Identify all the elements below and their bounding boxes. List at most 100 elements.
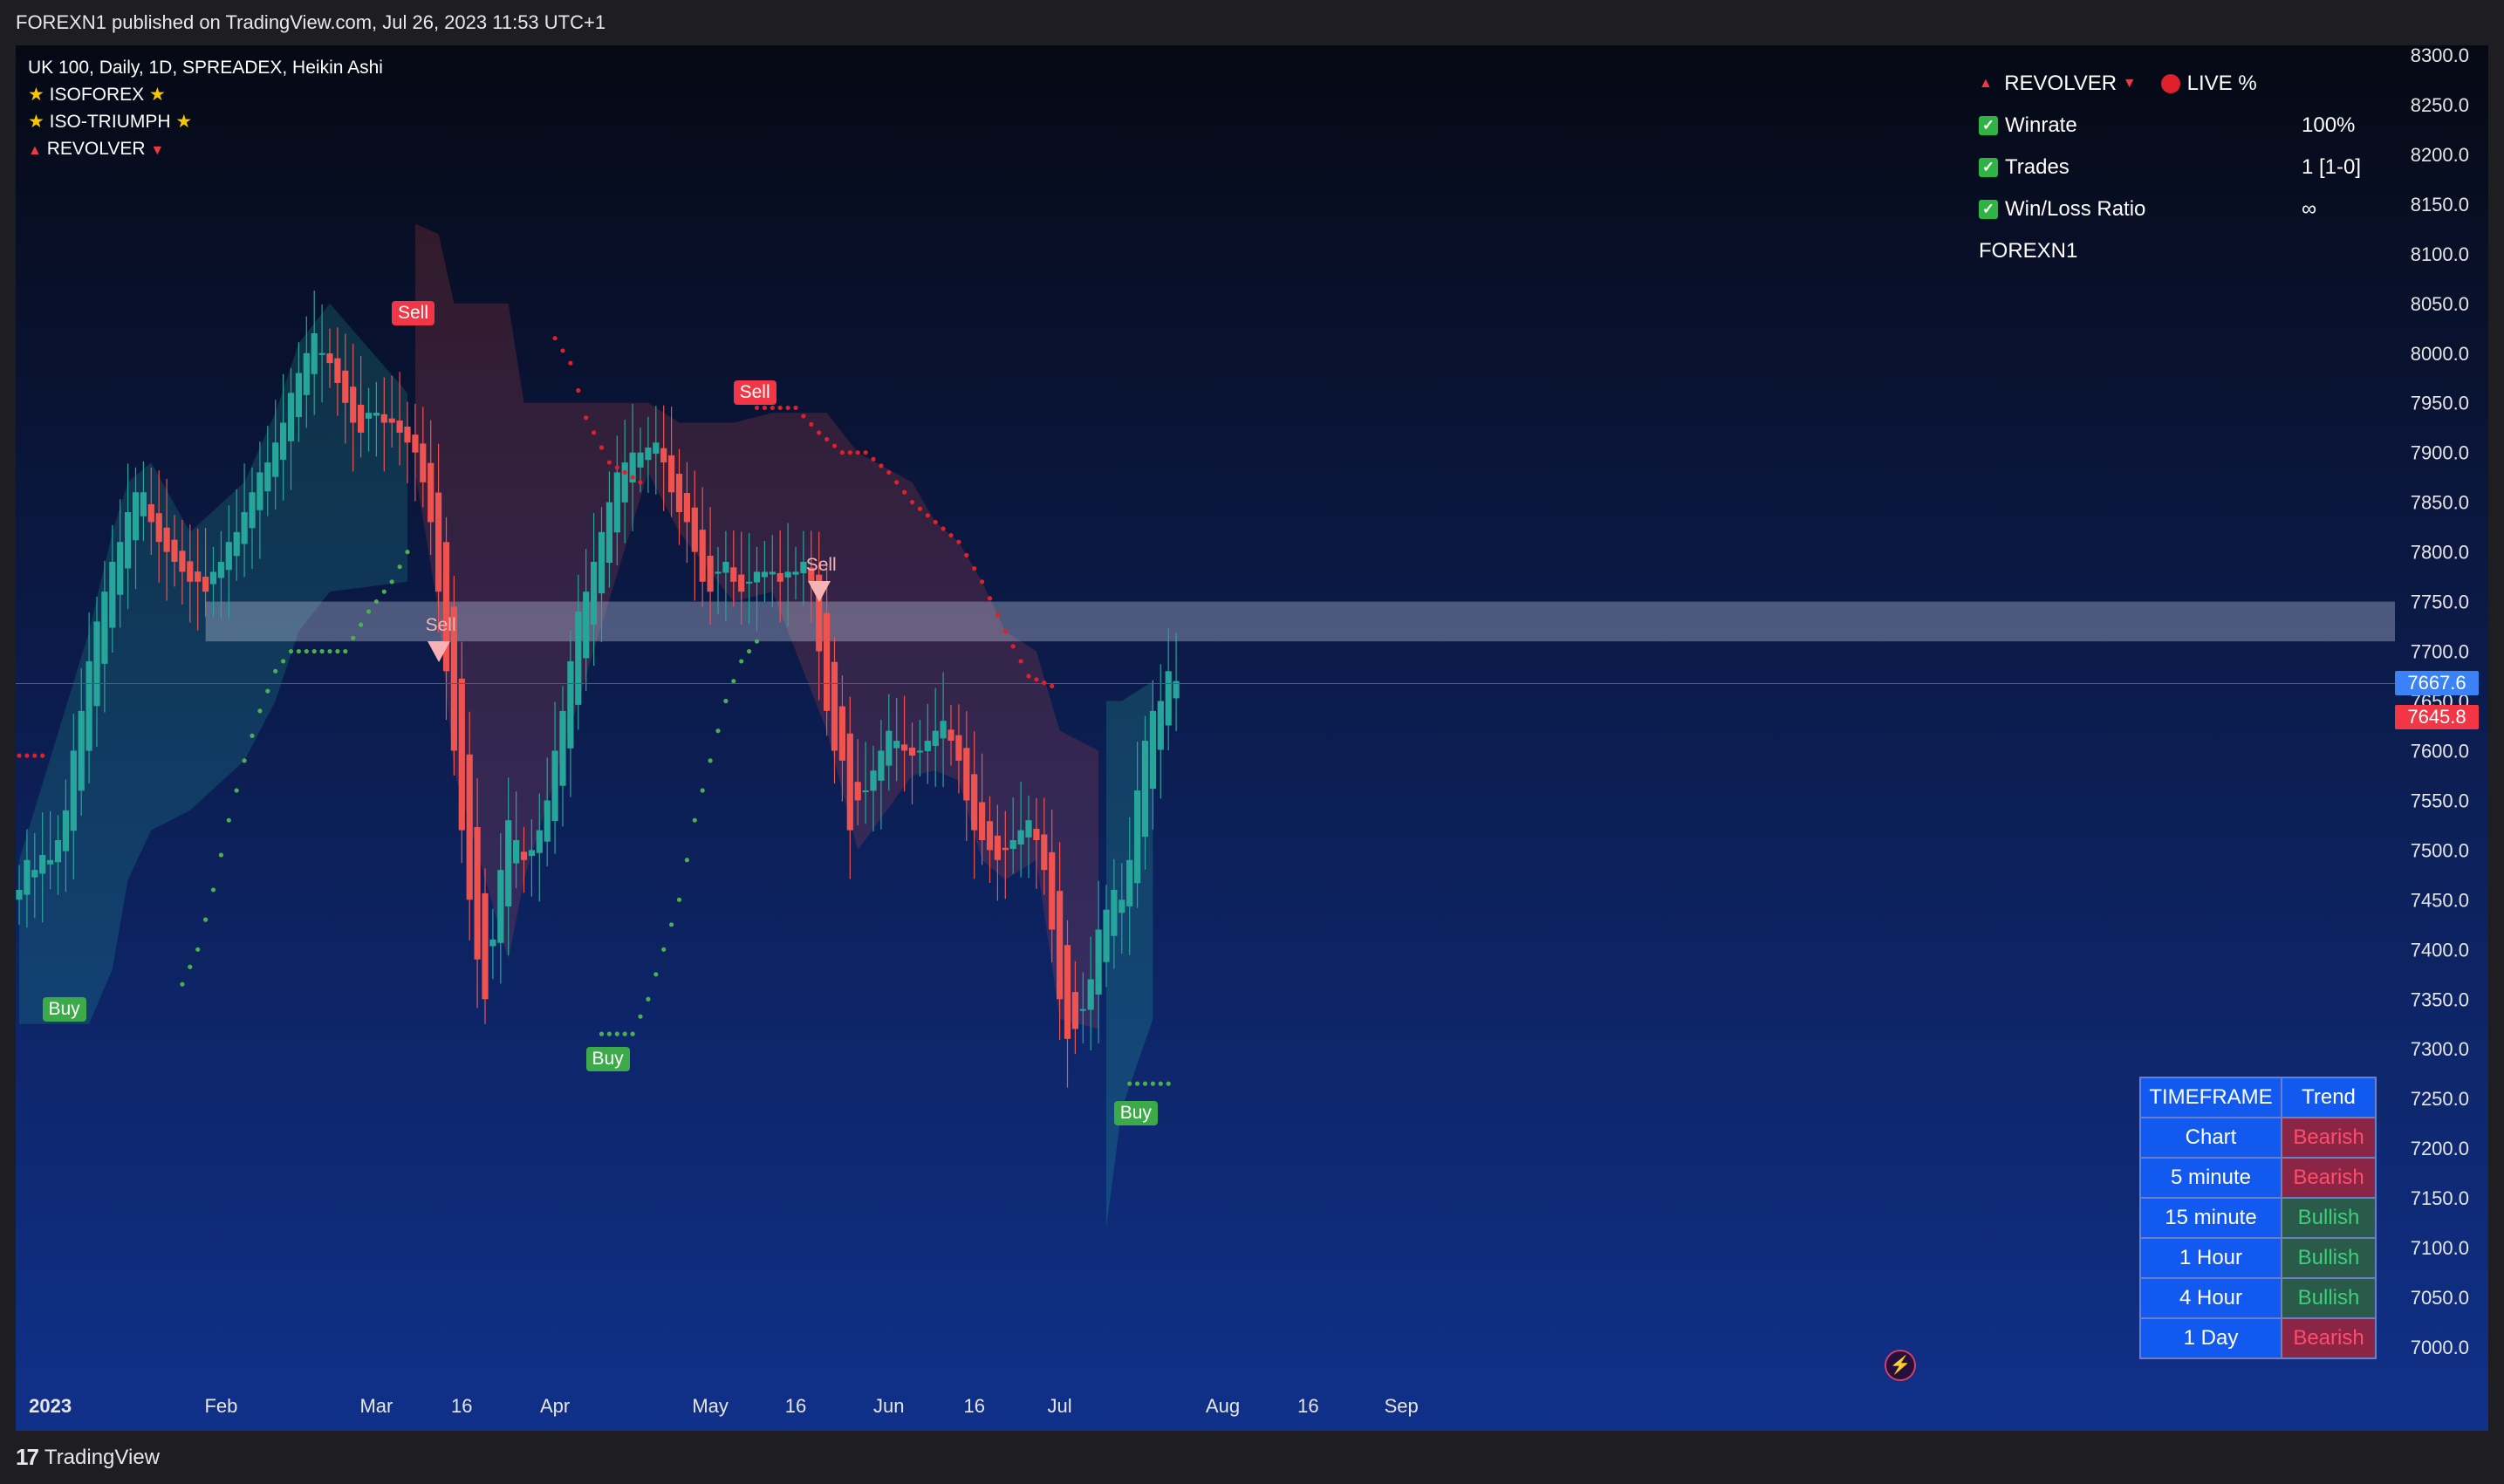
x-tick-label: 2023	[29, 1395, 72, 1417]
candle-body	[1119, 899, 1125, 913]
y-tick-label: 7150.0	[2411, 1187, 2469, 1209]
candle-body	[78, 710, 85, 791]
stats-value: ∞	[2302, 197, 2317, 221]
trail-stop-dot	[560, 348, 565, 353]
candle-body	[583, 592, 590, 659]
lightning-icon[interactable]: ⚡	[1885, 1350, 1916, 1381]
candle-body	[482, 892, 489, 1000]
trail-stop-dot	[824, 436, 830, 442]
y-tick-label: 7200.0	[2411, 1138, 2469, 1159]
trail-stop-dot	[917, 506, 922, 511]
indicator-isoforex[interactable]: ★ ISOFOREX ★	[28, 81, 383, 108]
candle-body	[1017, 830, 1024, 845]
candle-body	[342, 370, 349, 403]
candle-body	[544, 800, 551, 842]
live-dot-icon	[2160, 74, 2180, 93]
trail-stop-dot	[987, 596, 993, 601]
timeframe-cell: 1 Hour	[2139, 1237, 2282, 1279]
trail-support-dot	[250, 733, 255, 738]
x-tick-label: 16	[1297, 1395, 1318, 1417]
trend-cell: Bullish	[2281, 1277, 2377, 1319]
candle-body	[249, 492, 256, 529]
timeframe-cell: 15 minute	[2139, 1197, 2282, 1239]
trail-stop-dot	[902, 489, 907, 495]
candle-body	[1041, 834, 1048, 871]
trail-support-dot	[646, 996, 651, 1002]
trail-support-dot	[373, 598, 379, 605]
symbol-line[interactable]: UK 100, Daily, 1D, SPREADEX, Heikin Ashi	[28, 54, 383, 81]
trail-stop-dot	[770, 405, 775, 411]
candle-body	[1126, 859, 1133, 906]
candle-body	[1057, 891, 1064, 1000]
candle-body	[1087, 979, 1094, 1010]
check-icon: ✓	[1979, 116, 1998, 135]
candle-body	[613, 472, 620, 533]
trail-stop-dot	[614, 465, 619, 470]
candle-body	[54, 839, 62, 863]
trail-stop-dot	[886, 469, 892, 475]
trail-support-dot	[606, 1031, 612, 1036]
candle-body	[955, 735, 962, 761]
candle-body	[637, 452, 644, 468]
y-tick-label: 7050.0	[2411, 1287, 2469, 1309]
chart-legend: UK 100, Daily, 1D, SPREADEX, Heikin Ashi…	[28, 54, 383, 164]
trail-support-dot	[351, 635, 356, 640]
candle-body	[707, 555, 714, 592]
trail-support-dot	[257, 708, 263, 714]
y-tick-label: 7500.0	[2411, 839, 2469, 861]
candle-body	[257, 472, 263, 510]
candle-body	[62, 810, 69, 851]
trail-support-dot	[226, 817, 231, 823]
trail-stop-dot	[630, 475, 635, 480]
y-tick-label: 7800.0	[2411, 542, 2469, 564]
trail-support-dot	[723, 698, 729, 704]
candle-body	[901, 744, 908, 751]
candle-body	[1064, 945, 1071, 1039]
candle-body	[1025, 820, 1032, 838]
candle-body	[551, 750, 558, 822]
x-tick-label: 16	[785, 1395, 806, 1417]
candle-body	[202, 576, 209, 592]
candle-body	[86, 660, 92, 751]
trail-support-dot	[661, 947, 667, 952]
trail-support-dot	[188, 964, 193, 969]
candle-body	[24, 859, 31, 895]
trail-support-dot	[692, 817, 697, 823]
triangle-up-icon: ▲	[1979, 76, 1993, 91]
trail-support-dot	[195, 947, 201, 952]
candle-body	[559, 710, 566, 786]
y-tick-label: 8300.0	[2411, 45, 2469, 66]
candle-body	[528, 850, 535, 857]
indicator-iso-triumph[interactable]: ★ ISO-TRIUMPH ★	[28, 108, 383, 135]
timeframe-cell: 1 Day	[2139, 1317, 2282, 1359]
y-tick-label: 7600.0	[2411, 740, 2469, 762]
trail-support-dot	[203, 917, 209, 922]
candle-body	[380, 414, 387, 423]
y-tick-label: 8150.0	[2411, 194, 2469, 215]
star-icon: ★	[175, 112, 193, 132]
trail-support-dot	[731, 679, 736, 684]
trail-stop-dot	[32, 753, 38, 758]
trail-stop-dot	[754, 405, 760, 411]
y-tick-label: 7450.0	[2411, 889, 2469, 911]
trail-stop-dot	[933, 519, 938, 525]
trail-support-dot	[381, 589, 387, 594]
trail-stop-dot	[785, 405, 790, 411]
time-axis[interactable]: 2023 Feb Mar 16 Apr May 16 Jun 16 Jul Aug 16 Sep	[29, 1395, 1419, 1417]
indicator-revolver[interactable]: ▲ REVOLVER ▼	[28, 135, 383, 164]
y-tick-label: 7950.0	[2411, 393, 2469, 414]
trail-stop-dot	[847, 450, 852, 455]
y-tick-label: 8000.0	[2411, 343, 2469, 365]
trail-support-dot	[319, 648, 325, 654]
stats-row-trades: ✓ Trades 1 [1-0]	[1979, 147, 2361, 188]
x-tick-label: Aug	[1206, 1395, 1240, 1417]
timeframe-cell: Chart	[2139, 1117, 2282, 1159]
y-tick-label: 7900.0	[2411, 442, 2469, 464]
candle-body	[1111, 889, 1118, 936]
trail-support-dot	[747, 648, 752, 654]
tradingview-logo[interactable]: 17 TradingView	[16, 1444, 160, 1471]
x-tick-label: Jul	[1048, 1395, 1072, 1417]
trail-support-dot	[389, 579, 394, 585]
trail-support-dot	[234, 788, 239, 793]
trail-support-dot	[622, 1031, 627, 1036]
